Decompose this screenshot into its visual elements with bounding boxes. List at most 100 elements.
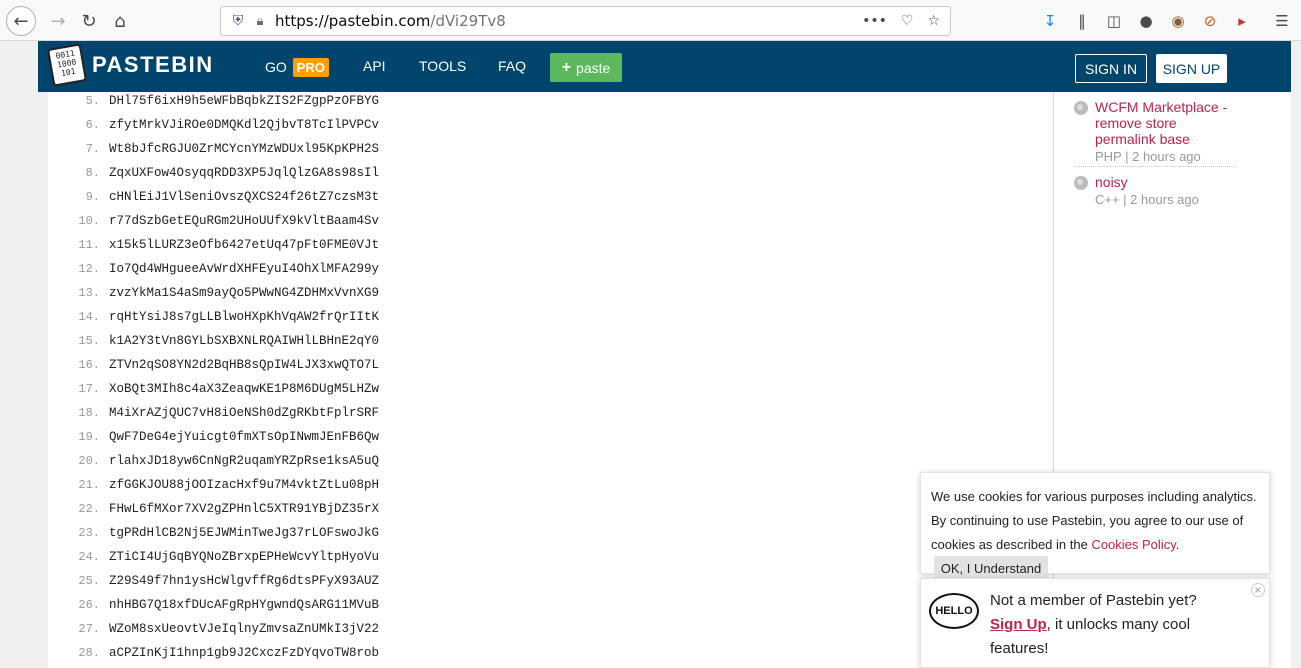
- megaphone-icon[interactable]: ▸: [1231, 10, 1253, 32]
- sign-up-button[interactable]: SIGN UP: [1156, 54, 1227, 83]
- line-number: 8.: [85, 166, 100, 180]
- paste-meta: PHP | 2 hours ago: [1095, 149, 1201, 164]
- code-line: 5. DHl75f6ixH9h5eWFbBqbkZIS2FZgpPzOFBYG: [60, 89, 379, 113]
- close-icon[interactable]: ×: [1251, 583, 1265, 597]
- line-code: M4iXrAZjQUC7vH8iOeNSh0dZgRKbtFplrSRF: [109, 406, 380, 420]
- new-paste-button[interactable]: + paste: [550, 53, 622, 82]
- code-line: 21. zfGGKJOU88jOOIzacHxf9u7M4vktZtLu08pH: [60, 473, 379, 497]
- line-code: k1A2Y3tVn8GYLbSXBXNLRQAIWHlLBHnE2qY0: [109, 334, 380, 348]
- line-code: Z29S49f7hn1ysHcWlgvffRg6dtsPFyX93AUZ: [109, 574, 380, 588]
- sidebar-icon[interactable]: ◫: [1103, 10, 1125, 32]
- pocket-icon[interactable]: ♡: [901, 13, 914, 29]
- code-panel: 5. DHl75f6ixH9h5eWFbBqbkZIS2FZgpPzOFBYG 6.…: [60, 92, 1054, 668]
- line-number: 25.: [78, 574, 100, 588]
- line-code: FHwL6fMXor7XV2gZPHnlC5XTR91YBjDZ35rX: [109, 502, 380, 516]
- line-number: 23.: [78, 526, 100, 540]
- home-icon[interactable]: ⌂: [105, 6, 135, 36]
- line-number: 27.: [78, 622, 100, 636]
- paste-title[interactable]: WCFM Marketplace - remove store permalin…: [1095, 99, 1236, 147]
- code-line: 22. FHwL6fMXor7XV2gZPHnlC5XTR91YBjDZ35rX: [60, 497, 379, 521]
- lock-icon[interactable]: 🔒︎: [251, 14, 269, 29]
- code-line: 10. r77dSzbGetEQuRGm2UHoUUfX9kVltBaam4Sv: [60, 209, 379, 233]
- line-code: r77dSzbGetEQuRGm2UHoUUfX9kVltBaam4Sv: [109, 214, 380, 228]
- reload-icon[interactable]: ↻: [74, 6, 104, 36]
- line-code: ZTVn2qSO8YN2d2BqHB8sQpIW4LJX3xwQTO7L: [109, 358, 380, 372]
- line-code: nhHBG7Q18xfDUcAFgRpHYgwndQsARG11MVuB: [109, 598, 380, 612]
- more-icon[interactable]: •••: [862, 13, 887, 29]
- account-icon[interactable]: ●: [1135, 10, 1157, 32]
- left-gutter: [0, 92, 48, 668]
- star-icon[interactable]: ☆: [927, 13, 940, 29]
- line-code: XoBQt3MIh8c4aX3ZeaqwKE1P8M6DUgM5LHZw: [109, 382, 380, 396]
- line-number: 9.: [85, 190, 100, 204]
- line-number: 14.: [78, 310, 100, 324]
- nav-go-pro[interactable]: GO PRO: [265, 58, 329, 77]
- line-number: 16.: [78, 358, 100, 372]
- blocked-icon[interactable]: ⊘: [1199, 10, 1221, 32]
- cookie-icon[interactable]: ◉: [1167, 10, 1189, 32]
- menu-icon[interactable]: ☰: [1271, 10, 1293, 32]
- code-line: 28. aCPZInKjI1hnp1gb9J2CxczFzDYqvoTW8rob: [60, 641, 379, 665]
- line-code: rlahxJD18yw6CnNgR2uqamYRZpRse1ksA5uQ: [109, 454, 380, 468]
- url-bar[interactable]: ⛨ 🔒︎ https://pastebin.com/dVi29Tv8 ••• ♡…: [220, 6, 951, 36]
- pro-badge: PRO: [292, 58, 329, 77]
- back-icon[interactable]: ←: [6, 6, 36, 36]
- pastebin-logo[interactable]: 0011 1000 101 PASTEBIN: [46, 43, 214, 87]
- line-code: tgPRdHlCB2Nj5EJWMinTweJg37rLOFswoJkG: [109, 526, 380, 540]
- signup-link[interactable]: Sign Up: [990, 616, 1047, 633]
- code-line: 6. zfytMrkVJiROe0DMQKdl2QjbvT8TcIlPVPCv: [60, 113, 379, 137]
- code-line: 11. x15k5lLURZ3eOfb6427etUq47pFt0FME0VJt: [60, 233, 379, 257]
- plus-icon: +: [561, 58, 572, 76]
- line-number: 6.: [85, 118, 100, 132]
- forward-icon[interactable]: →: [43, 6, 73, 36]
- line-code: zfytMrkVJiROe0DMQKdl2QjbvT8TcIlPVPCv: [109, 118, 380, 132]
- line-number: 7.: [85, 142, 100, 156]
- line-code: x15k5lLURZ3eOfb6427etUq47pFt0FME0VJt: [109, 238, 380, 252]
- member-popup: HELLO Not a member of Pastebin yet? Sign…: [920, 578, 1270, 668]
- line-code: ZqxUXFow4OsyqqRDD3XP5JqlQlzGA8s98sIl: [109, 166, 380, 180]
- line-number: 17.: [78, 382, 100, 396]
- nav-api[interactable]: API: [363, 58, 386, 74]
- line-code: cHNlEiJ1VlSeniOvszQXCS24f26tZ7czsM3t: [109, 190, 380, 204]
- library-icon[interactable]: ‖: [1071, 10, 1093, 32]
- code-line: 13. zvzYkMa1S4aSm9ayQo5PWwNG4ZDHMxVvnXG9: [60, 281, 379, 305]
- code-line: 17. XoBQt3MIh8c4aX3ZeaqwKE1P8M6DUgM5LHZw: [60, 377, 379, 401]
- sign-in-button[interactable]: SIGN IN: [1075, 54, 1147, 83]
- code-line: 18. M4iXrAZjQUC7vH8iOeNSh0dZgRKbtFplrSRF: [60, 401, 379, 425]
- logo-icon: 0011 1000 101: [46, 43, 88, 87]
- hello-icon: HELLO: [929, 593, 979, 629]
- code-line: 15. k1A2Y3tVn8GYLbSXBXNLRQAIWHlLBHnE2qY0: [60, 329, 379, 353]
- line-number: 5.: [85, 94, 100, 108]
- line-number: 22.: [78, 502, 100, 516]
- sidebar-paste-item[interactable]: WCFM Marketplace - remove store permalin…: [1074, 99, 1236, 164]
- cookies-policy-link[interactable]: Cookies Policy: [1091, 537, 1175, 552]
- line-code: WZoM8sxUeovtVJeIqlnyZmvsaZnUMkI3jV22: [109, 622, 380, 636]
- line-code: aCPZInKjI1hnp1gb9J2CxczFzDYqvoTW8rob: [109, 646, 380, 660]
- line-code: Io7Qd4WHgueeAvWrdXHFEyuI4OhXlMFA299y: [109, 262, 380, 276]
- line-code: zvzYkMa1S4aSm9ayQo5PWwNG4ZDHMxVvnXG9: [109, 286, 380, 300]
- nav-faq[interactable]: FAQ: [498, 58, 526, 74]
- line-code: DHl75f6ixH9h5eWFbBqbkZIS2FZgpPzOFBYG: [109, 94, 380, 108]
- code-line: 26. nhHBG7Q18xfDUcAFgRpHYgwndQsARG11MVuB: [60, 593, 379, 617]
- ok-understand-button[interactable]: OK, I Understand: [934, 556, 1048, 580]
- cookie-text-end: .: [1175, 537, 1180, 552]
- sidebar-paste-item[interactable]: noisy C++ | 2 hours ago: [1074, 174, 1236, 207]
- line-number: 12.: [78, 262, 100, 276]
- nav-tools[interactable]: TOOLS: [419, 58, 466, 74]
- url-text[interactable]: https://pastebin.com/dVi29Tv8: [275, 12, 862, 30]
- browser-toolbar: ← → ↻ ⌂ ⛨ 🔒︎ https://pastebin.com/dVi29T…: [0, 0, 1301, 41]
- line-code: ZTiCI4UjGqBYQNoZBrxpEPHeWcvYltpHyoVu: [109, 550, 380, 564]
- code-line: 8. ZqxUXFow4OsyqqRDD3XP5JqlQlzGA8s98sIl: [60, 161, 379, 185]
- code-line: 9. cHNlEiJ1VlSeniOvszQXCS24f26tZ7czsM3t: [60, 185, 379, 209]
- line-number: 15.: [78, 334, 100, 348]
- code-line: 24. ZTiCI4UjGqBYQNoZBrxpEPHeWcvYltpHyoVu: [60, 545, 379, 569]
- code-line: 23. tgPRdHlCB2Nj5EJWMinTweJg37rLOFswoJkG: [60, 521, 379, 545]
- download-icon[interactable]: ↧: [1039, 10, 1061, 32]
- line-number: 24.: [78, 550, 100, 564]
- shield-icon[interactable]: ⛨: [225, 13, 251, 29]
- member-line1: Not a member of Pastebin yet?: [990, 592, 1197, 609]
- line-number: 11.: [78, 238, 100, 252]
- paste-title[interactable]: noisy: [1095, 174, 1199, 190]
- line-number: 21.: [78, 478, 100, 492]
- code-line: 12. Io7Qd4WHgueeAvWrdXHFEyuI4OhXlMFA299y: [60, 257, 379, 281]
